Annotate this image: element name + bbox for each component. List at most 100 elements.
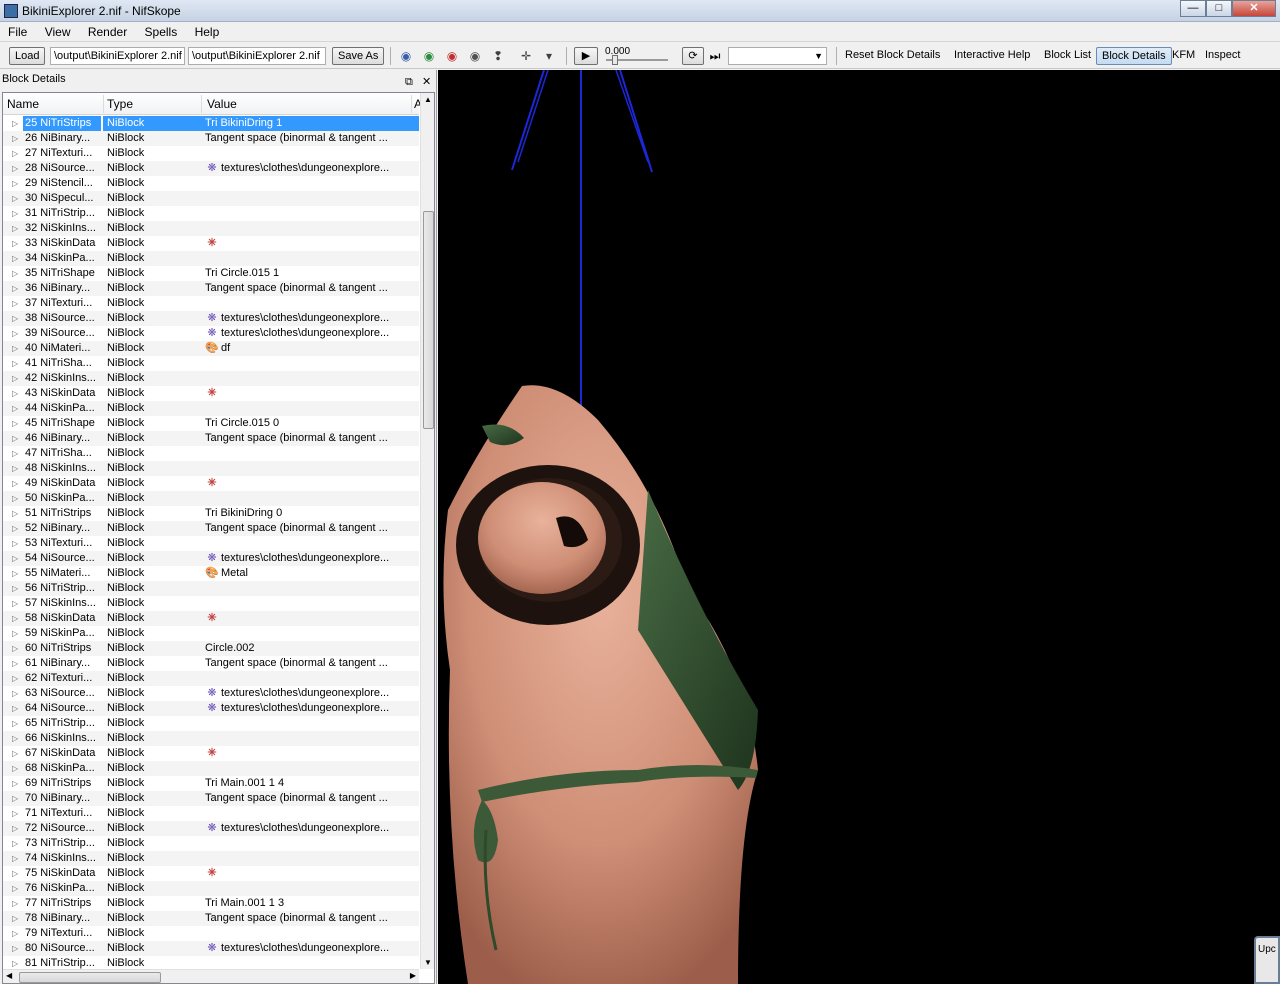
- render-viewport[interactable]: Upc: [438, 70, 1280, 984]
- animation-select[interactable]: ▼: [728, 47, 827, 65]
- expand-arrow-icon[interactable]: ▷: [12, 266, 18, 281]
- view-dropdown-icon[interactable]: ▾: [541, 48, 557, 64]
- expand-arrow-icon[interactable]: ▷: [12, 596, 18, 611]
- tree-row[interactable]: ▷ 46 NiBinary... NiBlock Tangent space (bin…: [3, 431, 419, 446]
- scroll-left-icon[interactable]: ◀: [6, 971, 12, 980]
- tree-row[interactable]: ▷ 80 NiSource... NiBlock ❋ textures\clothes\…: [3, 941, 419, 956]
- view-eye-blue-icon[interactable]: ◉: [398, 48, 414, 64]
- tree-row[interactable]: ▷ 53 NiTexturi... NiBlock: [3, 536, 419, 551]
- expand-arrow-icon[interactable]: ▷: [12, 641, 18, 656]
- tree-row[interactable]: ▷ 66 NiSkinIns... NiBlock: [3, 731, 419, 746]
- tree-row[interactable]: ▷ 44 NiSkinPa... NiBlock: [3, 401, 419, 416]
- tree-row[interactable]: ▷ 49 NiSkinData NiBlock ✳: [3, 476, 419, 491]
- expand-arrow-icon[interactable]: ▷: [12, 536, 18, 551]
- save-as-button[interactable]: Save As: [332, 47, 385, 65]
- tree-row[interactable]: ▷ 64 NiSource... NiBlock ❋ textures\clothes\…: [3, 701, 419, 716]
- expand-arrow-icon[interactable]: ▷: [12, 116, 18, 131]
- expand-arrow-icon[interactable]: ▷: [12, 221, 18, 236]
- expand-arrow-icon[interactable]: ▷: [12, 176, 18, 191]
- tree-row[interactable]: ▷ 56 NiTriStrip... NiBlock: [3, 581, 419, 596]
- load-button[interactable]: Load: [9, 47, 46, 65]
- tree-row[interactable]: ▷ 78 NiBinary... NiBlock Tangent space (bin…: [3, 911, 419, 926]
- expand-arrow-icon[interactable]: ▷: [12, 551, 18, 566]
- tree-row[interactable]: ▷ 68 NiSkinPa... NiBlock: [3, 761, 419, 776]
- tree-row[interactable]: ▷ 67 NiSkinData NiBlock ✳: [3, 746, 419, 761]
- play-button[interactable]: ▶: [574, 47, 598, 65]
- tree-row[interactable]: ▷ 69 NiTriStrips NiBlock Tri Main.001 1 4: [3, 776, 419, 791]
- tree-row[interactable]: ▷ 71 NiTexturi... NiBlock: [3, 806, 419, 821]
- scroll-thumb[interactable]: [19, 972, 161, 983]
- column-divider[interactable]: [411, 95, 412, 113]
- expand-arrow-icon[interactable]: ▷: [12, 326, 18, 341]
- tree-row[interactable]: ▷ 35 NiTriShape NiBlock Tri Circle.015 1: [3, 266, 419, 281]
- interactive-help-button[interactable]: Interactive Help: [954, 49, 1030, 61]
- tree-row[interactable]: ▷ 45 NiTriShape NiBlock Tri Circle.015 0: [3, 416, 419, 431]
- expand-arrow-icon[interactable]: ▷: [12, 611, 18, 626]
- expand-arrow-icon[interactable]: ▷: [12, 296, 18, 311]
- tree-row[interactable]: ▷ 34 NiSkinPa... NiBlock: [3, 251, 419, 266]
- expand-arrow-icon[interactable]: ▷: [12, 626, 18, 641]
- expand-arrow-icon[interactable]: ▷: [12, 701, 18, 716]
- expand-arrow-icon[interactable]: ▷: [12, 386, 18, 401]
- expand-arrow-icon[interactable]: ▷: [12, 791, 18, 806]
- expand-arrow-icon[interactable]: ▷: [12, 281, 18, 296]
- close-panel-icon[interactable]: ✕: [422, 73, 431, 92]
- tree-row[interactable]: ▷ 63 NiSource... NiBlock ❋ textures\clothes\…: [3, 686, 419, 701]
- close-button[interactable]: ✕: [1232, 0, 1276, 17]
- tree-row[interactable]: ▷ 50 NiSkinPa... NiBlock: [3, 491, 419, 506]
- expand-arrow-icon[interactable]: ▷: [12, 371, 18, 386]
- tree-row[interactable]: ▷ 47 NiTriSha... NiBlock: [3, 446, 419, 461]
- tree-row[interactable]: ▷ 32 NiSkinIns... NiBlock: [3, 221, 419, 236]
- expand-arrow-icon[interactable]: ▷: [12, 926, 18, 941]
- axes-icon[interactable]: ✛: [518, 48, 534, 64]
- tree-row[interactable]: ▷ 39 NiSource... NiBlock ❋ textures\clothes\…: [3, 326, 419, 341]
- tree-row[interactable]: ▷ 54 NiSource... NiBlock ❋ textures\clothes\…: [3, 551, 419, 566]
- horizontal-scrollbar[interactable]: ◀ ▶: [3, 969, 419, 983]
- minimize-button[interactable]: —: [1180, 0, 1206, 17]
- tree-row[interactable]: ▷ 42 NiSkinIns... NiBlock: [3, 371, 419, 386]
- switch-anim-icon[interactable]: ⏭: [707, 48, 723, 64]
- expand-arrow-icon[interactable]: ▷: [12, 866, 18, 881]
- expand-arrow-icon[interactable]: ▷: [12, 776, 18, 791]
- load-path-field[interactable]: \output\BikiniExplorer 2.nif: [50, 47, 185, 65]
- tree-row[interactable]: ▷ 77 NiTriStrips NiBlock Tri Main.001 1 3: [3, 896, 419, 911]
- reset-block-details-button[interactable]: Reset Block Details: [845, 49, 940, 61]
- expand-arrow-icon[interactable]: ▷: [12, 731, 18, 746]
- expand-arrow-icon[interactable]: ▷: [12, 761, 18, 776]
- float-panel-icon[interactable]: ⧉: [405, 73, 413, 92]
- column-divider[interactable]: [201, 95, 202, 113]
- view-eye-green-icon[interactable]: ◉: [421, 48, 437, 64]
- expand-arrow-icon[interactable]: ▷: [12, 401, 18, 416]
- expand-arrow-icon[interactable]: ▷: [12, 821, 18, 836]
- tree-row[interactable]: ▷ 52 NiBinary... NiBlock Tangent space (bin…: [3, 521, 419, 536]
- tree-row[interactable]: ▷ 76 NiSkinPa... NiBlock: [3, 881, 419, 896]
- expand-arrow-icon[interactable]: ▷: [12, 911, 18, 926]
- loop-button[interactable]: ⟳: [682, 47, 704, 65]
- menu-render[interactable]: Render: [80, 22, 133, 39]
- expand-arrow-icon[interactable]: ▷: [12, 191, 18, 206]
- expand-arrow-icon[interactable]: ▷: [12, 161, 18, 176]
- tree-row[interactable]: ▷ 26 NiBinary... NiBlock Tangent space (bin…: [3, 131, 419, 146]
- tree-row[interactable]: ▷ 27 NiTexturi... NiBlock: [3, 146, 419, 161]
- expand-arrow-icon[interactable]: ▷: [12, 236, 18, 251]
- expand-arrow-icon[interactable]: ▷: [12, 686, 18, 701]
- expand-arrow-icon[interactable]: ▷: [12, 341, 18, 356]
- expand-arrow-icon[interactable]: ▷: [12, 941, 18, 956]
- tree-row[interactable]: ▷ 31 NiTriStrip... NiBlock: [3, 206, 419, 221]
- expand-arrow-icon[interactable]: ▷: [12, 461, 18, 476]
- popup-corner[interactable]: Upc: [1254, 936, 1280, 984]
- tree-row[interactable]: ▷ 36 NiBinary... NiBlock Tangent space (bin…: [3, 281, 419, 296]
- inspect-button[interactable]: Inspect: [1205, 49, 1240, 61]
- view-eye-gray-icon[interactable]: ◉: [467, 48, 483, 64]
- column-header-value[interactable]: Value: [207, 97, 237, 111]
- tree-row[interactable]: ▷ 60 NiTriStrips NiBlock Circle.002: [3, 641, 419, 656]
- tree-row[interactable]: ▷ 74 NiSkinIns... NiBlock: [3, 851, 419, 866]
- expand-arrow-icon[interactable]: ▷: [12, 431, 18, 446]
- tree-row[interactable]: ▷ 79 NiTexturi... NiBlock: [3, 926, 419, 941]
- tree-row[interactable]: ▷ 65 NiTriStrip... NiBlock: [3, 716, 419, 731]
- tree-row[interactable]: ▷ 48 NiSkinIns... NiBlock: [3, 461, 419, 476]
- expand-arrow-icon[interactable]: ▷: [12, 746, 18, 761]
- expand-arrow-icon[interactable]: ▷: [12, 671, 18, 686]
- expand-arrow-icon[interactable]: ▷: [12, 416, 18, 431]
- expand-arrow-icon[interactable]: ▷: [12, 506, 18, 521]
